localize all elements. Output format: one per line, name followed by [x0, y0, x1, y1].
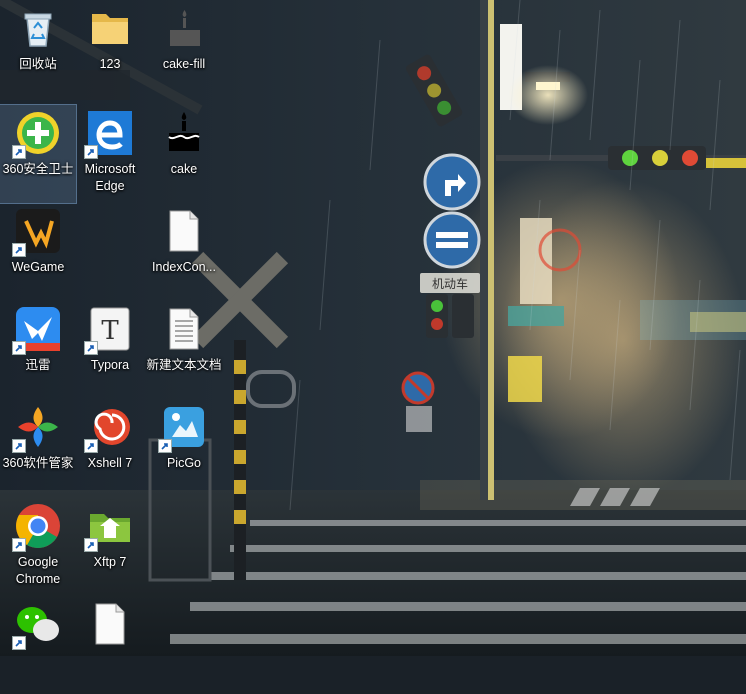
xftp-icon	[84, 502, 134, 552]
wechat-icon	[12, 600, 62, 650]
shortcut-arrow-icon	[84, 439, 98, 453]
desktop-icon-edge[interactable]: Microsoft Edge	[72, 105, 148, 203]
desktop-icon-360-security[interactable]: 360安全卫士	[0, 104, 77, 204]
desktop-icon-indexcon[interactable]: IndexCon...	[146, 203, 222, 301]
icon-label: cake-fill	[162, 57, 206, 71]
desktop-icon-new-text-document[interactable]: 新建文本文档	[146, 301, 222, 399]
icon-label: cake	[170, 162, 198, 176]
xunlei-icon	[12, 305, 62, 355]
desktop-icon-picgo[interactable]: PicGo	[146, 399, 222, 497]
chrome-icon	[12, 502, 62, 552]
desktop-icon-xunlei[interactable]: 迅雷	[0, 301, 76, 399]
desktop-icon-recycle-bin[interactable]: 回收站	[0, 0, 76, 98]
icon-label: Xftp 7	[93, 555, 127, 569]
360-security-icon	[12, 109, 62, 159]
icon-label: 123	[99, 57, 121, 71]
cake-icon	[160, 109, 208, 157]
blank-file-icon	[160, 207, 208, 255]
icon-label: Microsoft Edge	[84, 162, 136, 193]
icon-label: IndexCon...	[152, 260, 216, 274]
svg-text:T: T	[101, 316, 119, 346]
icon-label: 新建文本文档	[146, 358, 222, 372]
recycle-bin-icon	[14, 4, 62, 52]
shortcut-arrow-icon	[12, 439, 26, 453]
sign-text: 机动车	[432, 276, 468, 291]
shortcut-arrow-icon	[12, 636, 26, 650]
xshell-icon	[84, 403, 134, 453]
icon-label: Xshell 7	[87, 456, 133, 470]
icon-label: Typora	[90, 358, 130, 372]
desktop-icon-folder-123[interactable]: 123	[72, 0, 148, 98]
shortcut-arrow-icon	[84, 538, 98, 552]
shortcut-arrow-icon	[12, 243, 26, 257]
desktop-icon-wegame[interactable]: WeGame	[0, 203, 76, 301]
shortcut-arrow-icon	[12, 341, 26, 355]
desktop-icon-cake-fill[interactable]: cake-fill	[146, 0, 222, 98]
desktop-icon-cake[interactable]: cake	[146, 105, 222, 203]
icon-label: Google Chrome	[15, 555, 61, 586]
icon-label: WeGame	[11, 260, 65, 274]
edge-icon	[84, 109, 134, 159]
desktop-icon-typora[interactable]: T Typora	[72, 301, 148, 399]
shortcut-arrow-icon	[158, 439, 172, 453]
shortcut-arrow-icon	[84, 145, 98, 159]
360-software-manager-icon	[12, 403, 62, 453]
desktop-icon-wechat[interactable]	[0, 596, 76, 694]
icon-label: PicGo	[166, 456, 202, 470]
shortcut-arrow-icon	[12, 538, 26, 552]
desktop-icon-xftp[interactable]: Xftp 7	[72, 498, 148, 596]
folder-icon	[86, 4, 134, 52]
cake-fill-icon	[160, 4, 208, 52]
icon-label: 回收站	[19, 57, 57, 71]
desktop-icon-file[interactable]	[72, 596, 148, 694]
typora-icon: T	[84, 305, 134, 355]
desktop-icon-360-software-manager[interactable]: 360软件管家	[0, 399, 76, 497]
desktop-icon-chrome[interactable]: Google Chrome	[0, 498, 76, 596]
shortcut-arrow-icon	[84, 341, 98, 355]
picgo-icon	[158, 403, 208, 453]
icon-label: 360安全卫士	[2, 162, 74, 176]
blank-file-icon	[86, 600, 134, 648]
desktop-icon-xshell[interactable]: Xshell 7	[72, 399, 148, 497]
icon-label: 迅雷	[25, 358, 51, 372]
icon-label: 360软件管家	[2, 456, 74, 470]
text-file-icon	[160, 305, 208, 353]
wegame-icon	[12, 207, 62, 257]
shortcut-arrow-icon	[12, 145, 26, 159]
